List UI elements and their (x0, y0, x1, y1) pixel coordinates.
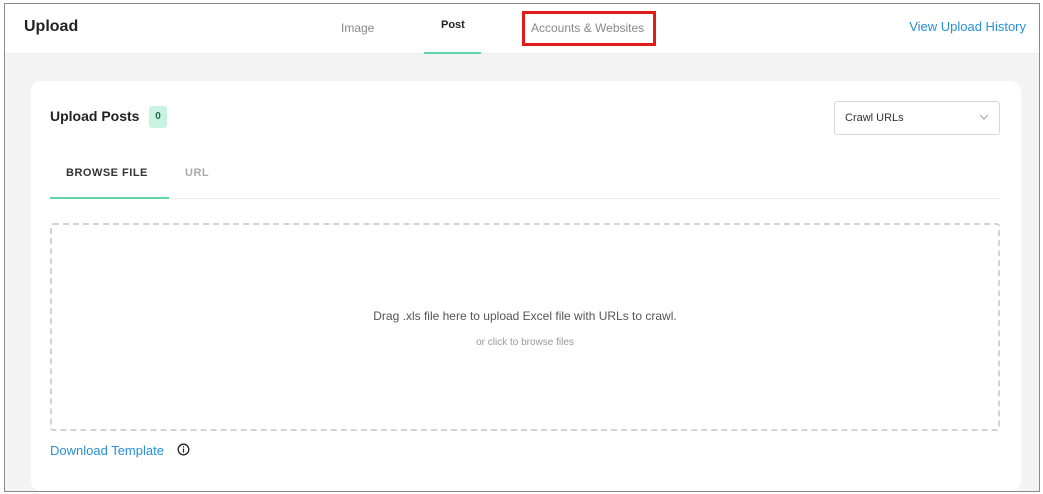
upload-posts-title: Upload Posts (50, 108, 140, 124)
info-circle-icon[interactable] (177, 443, 190, 456)
top-bar: Upload Image Post Accounts & Websites Vi… (5, 4, 1039, 54)
upload-posts-card: Upload Posts 0 Crawl URLs BROWSE FILE UR… (31, 81, 1021, 491)
mode-select-value: Crawl URLs (845, 112, 904, 124)
count-badge: 0 (149, 106, 167, 128)
dropzone-browse-hint: or click to browse files (476, 337, 574, 348)
tab-url[interactable]: URL (185, 167, 209, 179)
file-dropzone[interactable]: Drag .xls file here to upload Excel file… (50, 223, 1000, 431)
app-window: Upload Image Post Accounts & Websites Vi… (4, 3, 1040, 492)
view-upload-history-link[interactable]: View Upload History (909, 19, 1026, 34)
tab-browse-file-underline (50, 197, 169, 199)
upload-tabs: BROWSE FILE URL (50, 157, 1000, 199)
tab-post-underline (424, 52, 481, 54)
chevron-down-icon (979, 114, 989, 120)
tab-browse-file[interactable]: BROWSE FILE (66, 167, 148, 179)
page-title: Upload (24, 18, 79, 35)
tab-post[interactable]: Post (441, 19, 465, 31)
highlight-annotation-box (522, 11, 656, 46)
mode-select[interactable]: Crawl URLs (834, 101, 1000, 135)
tab-image[interactable]: Image (341, 21, 374, 35)
download-template-link[interactable]: Download Template (50, 443, 164, 458)
dropzone-instruction: Drag .xls file here to upload Excel file… (373, 309, 677, 323)
